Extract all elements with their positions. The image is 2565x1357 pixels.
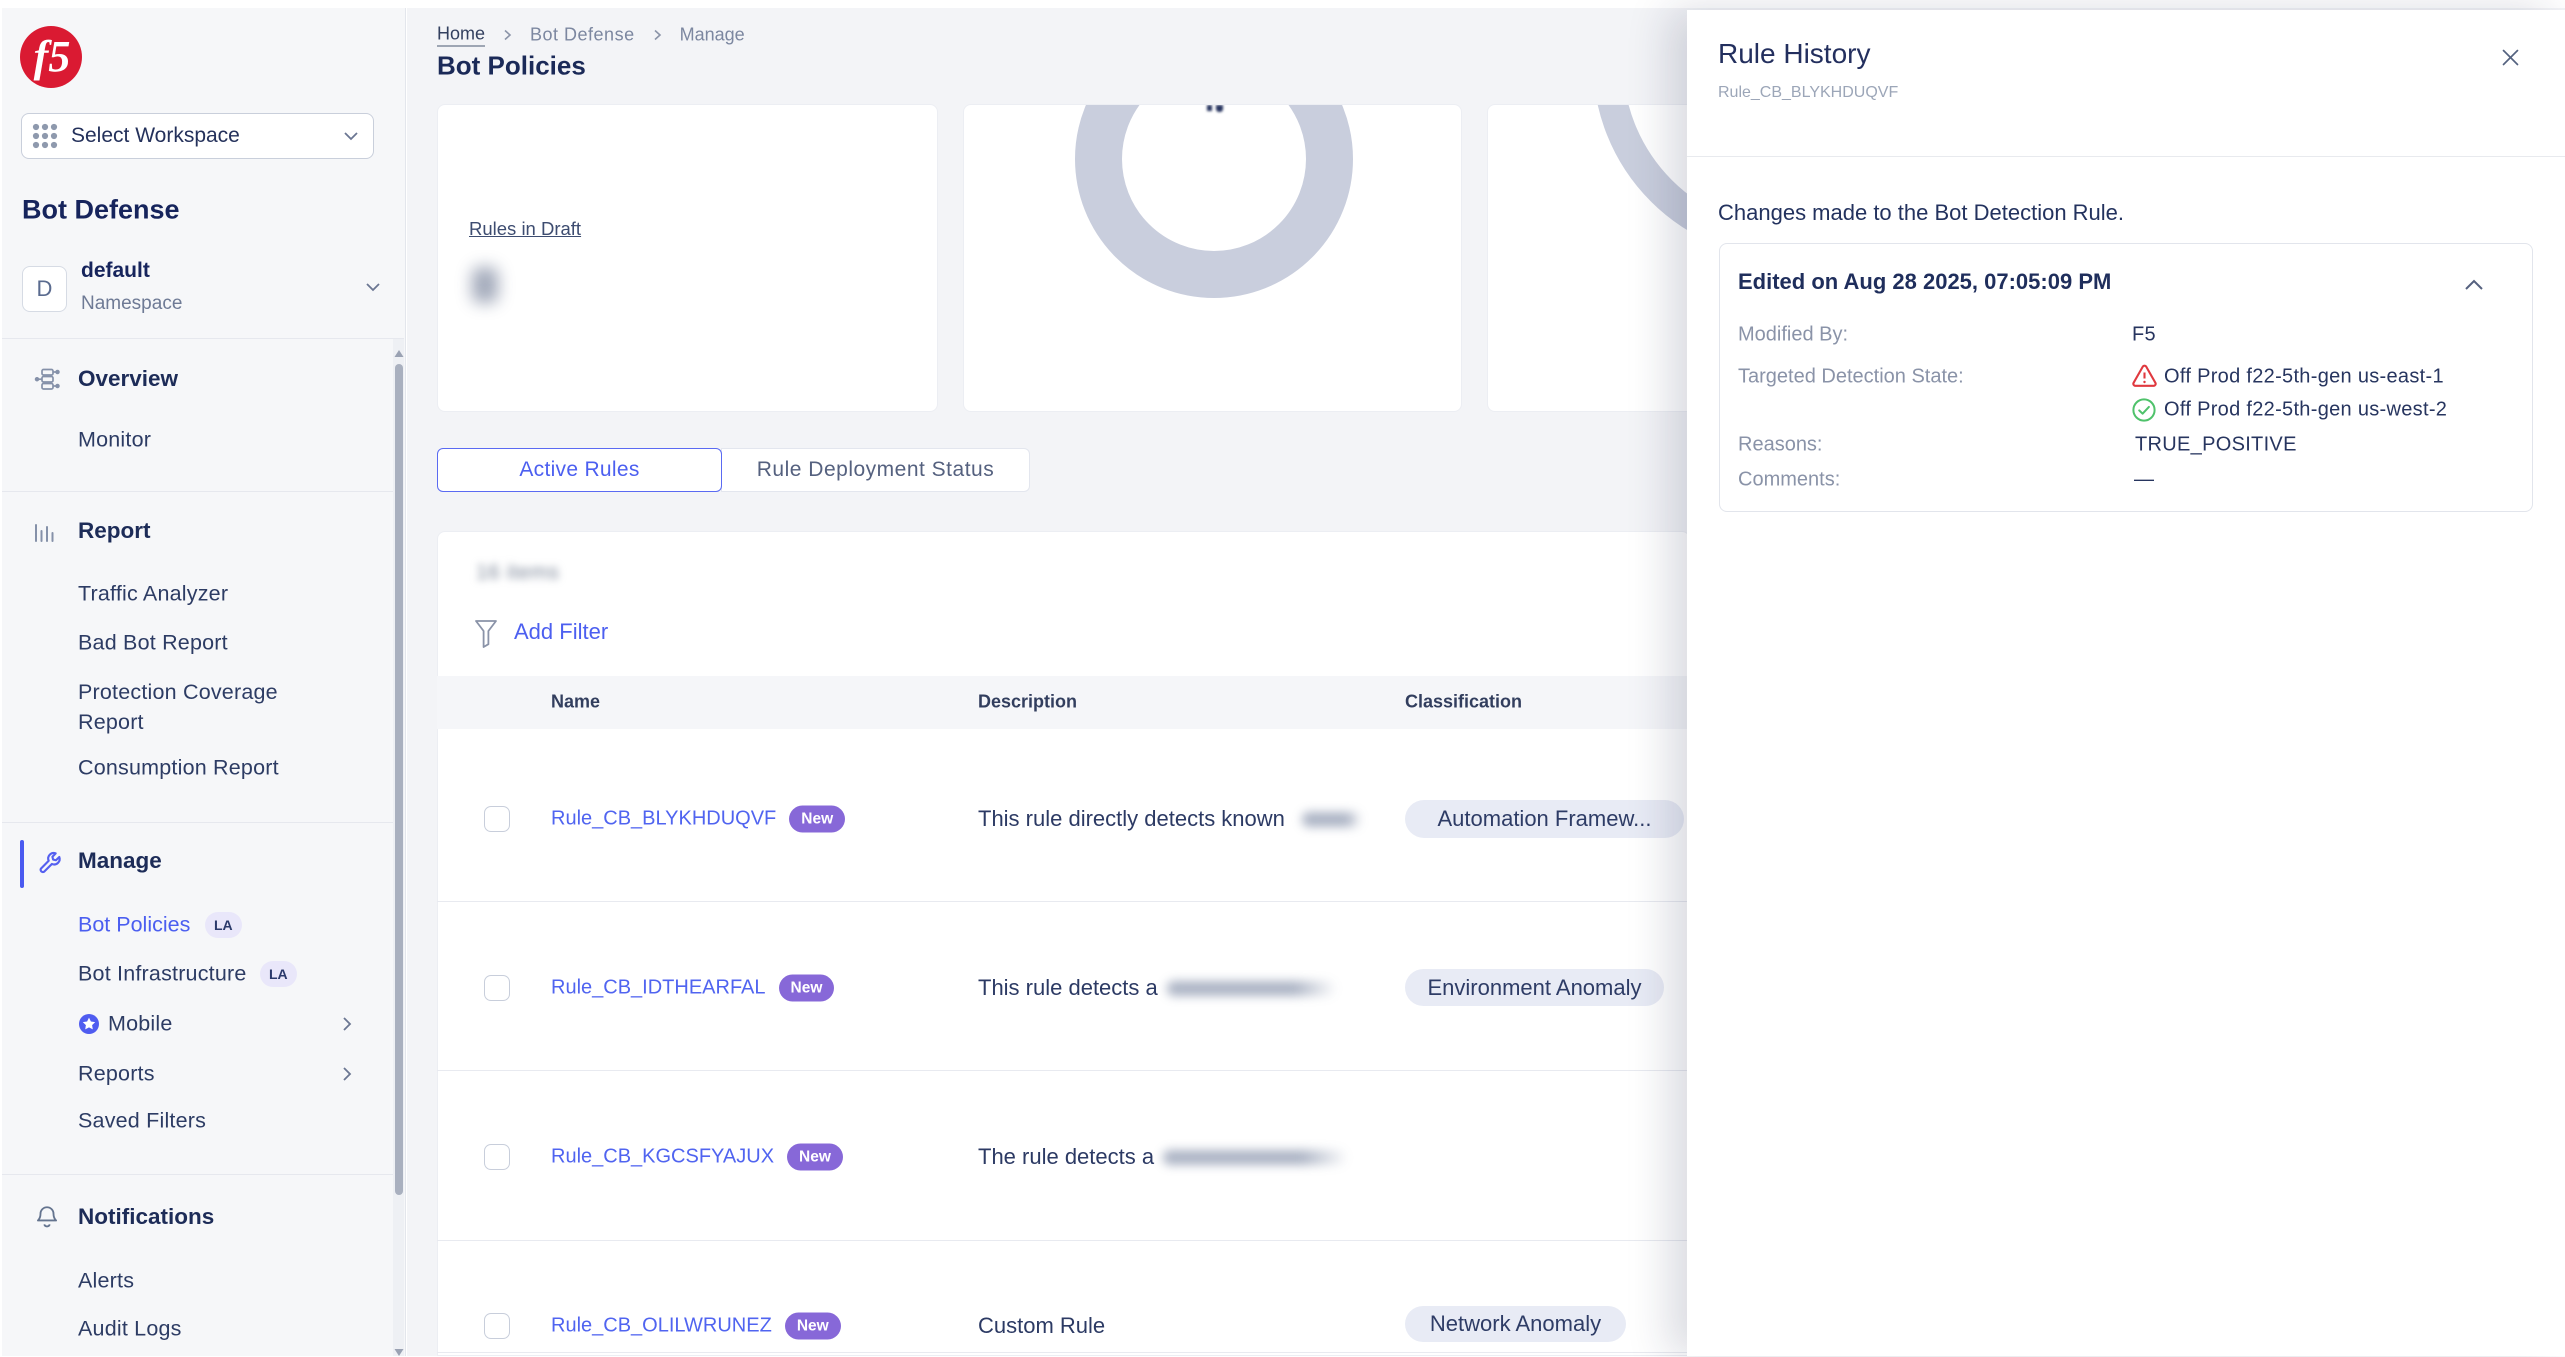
svg-text:f5: f5 [34,32,71,81]
